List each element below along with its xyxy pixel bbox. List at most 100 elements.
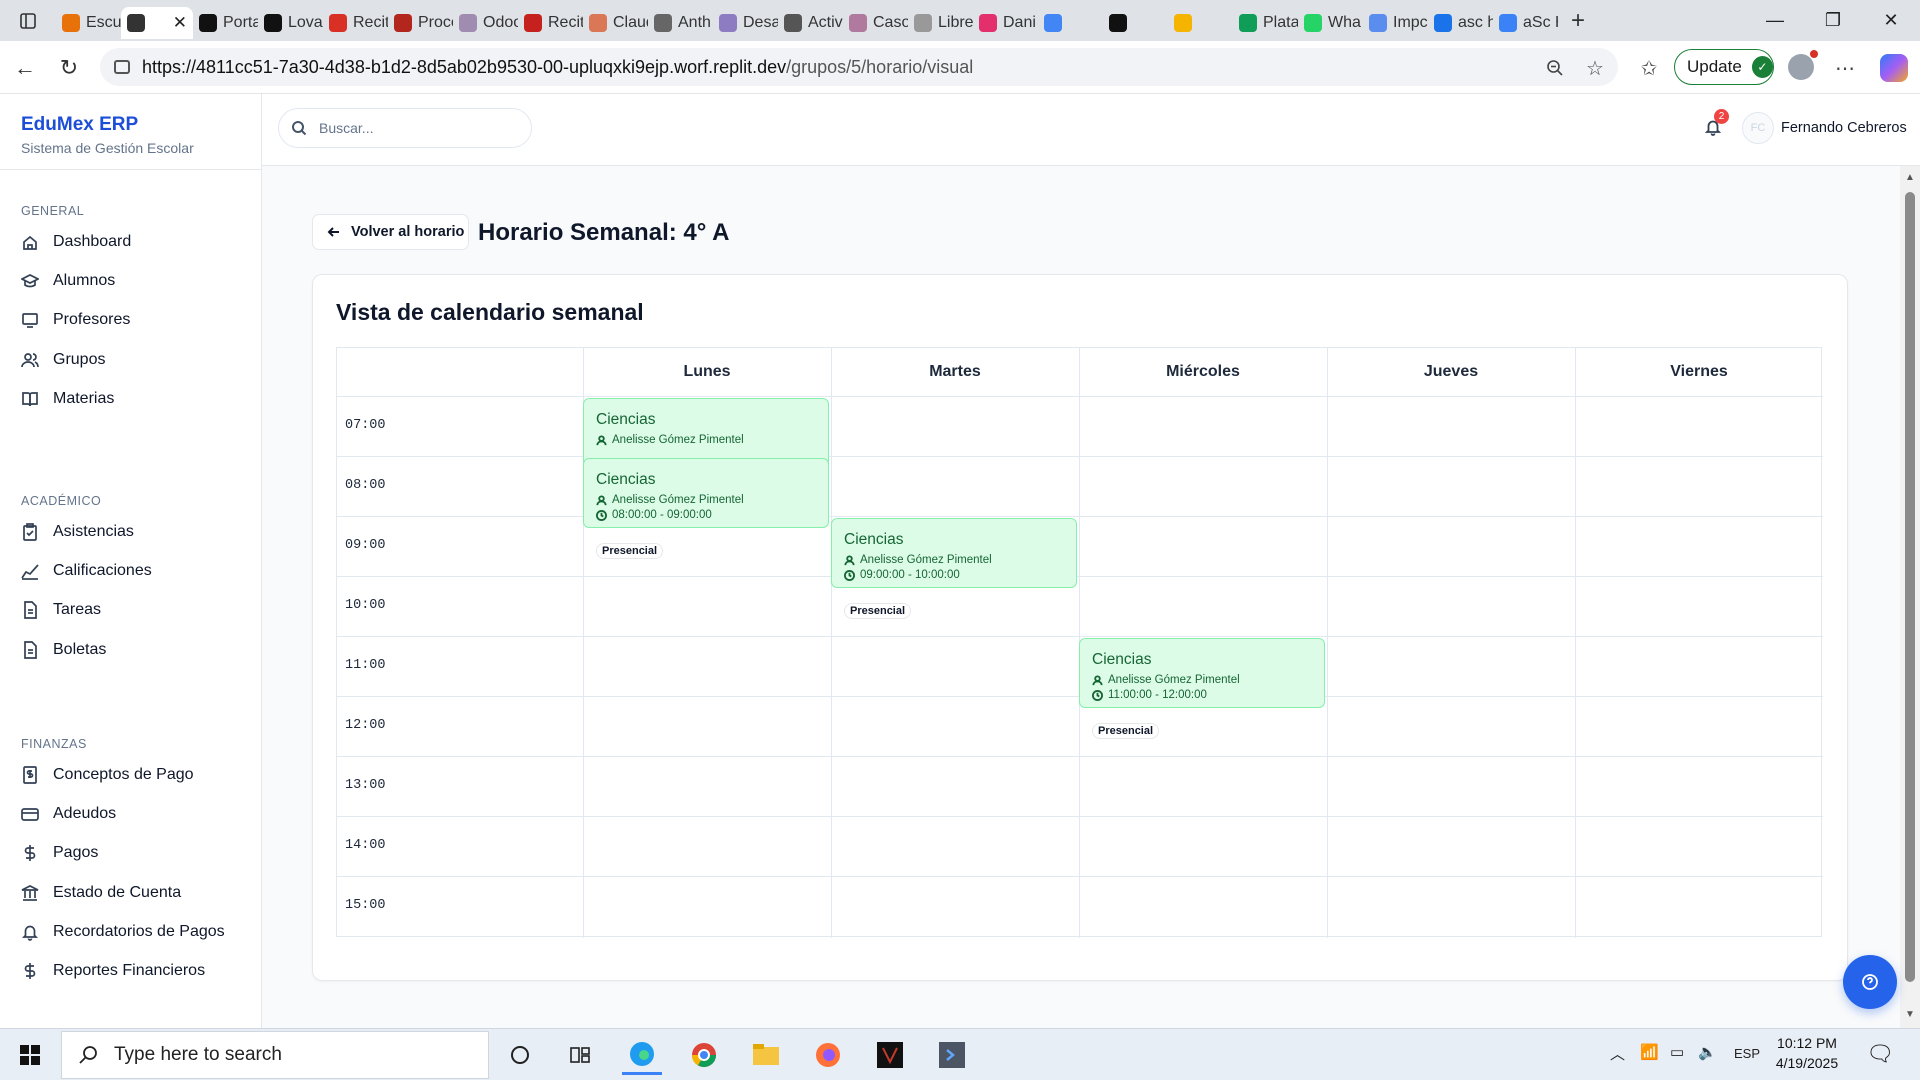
schedule-event[interactable]: Ciencias Anelisse Gómez Pimentel 08:00:00 … (583, 458, 829, 559)
chrome-icon[interactable] (684, 1035, 724, 1075)
tab-label: Anth (678, 13, 711, 31)
monitor-icon (22, 313, 38, 329)
scroll-thumb[interactable] (1905, 192, 1915, 982)
wifi-icon[interactable]: 📶 (1640, 1043, 1659, 1061)
sidebar-item-conceptos-de-pago[interactable]: Conceptos de Pago (21, 760, 194, 790)
copilot-icon[interactable] (1880, 54, 1908, 82)
file-explorer-icon[interactable] (746, 1035, 786, 1075)
brand-title[interactable]: EduMex ERP (21, 114, 194, 136)
more-menu-icon[interactable]: ⋯ (1830, 53, 1860, 83)
tab-label: Plata (1263, 13, 1298, 31)
profile-avatar-icon[interactable] (1788, 50, 1818, 80)
url-text[interactable]: https://4811cc51-7a30-4d38-b1d2-8d5ab02b… (142, 57, 973, 78)
sidebar-item-estado-de-cuenta[interactable]: Estado de Cuenta (21, 878, 181, 908)
time-slot-label: 09:00 (345, 538, 386, 553)
scroll-down-arrow-icon[interactable]: ▼ (1904, 1009, 1916, 1021)
browser-tab[interactable]: Odoo (453, 7, 518, 39)
close-window-button[interactable]: ✕ (1862, 0, 1920, 41)
zoom-icon[interactable] (1540, 53, 1570, 83)
browser-tab[interactable]: Loval (258, 7, 323, 39)
scroll-up-arrow-icon[interactable]: ▲ (1904, 172, 1916, 184)
sidebar-item-label: Alumnos (53, 272, 116, 290)
sidebar-item-tareas[interactable]: Tareas (21, 595, 101, 625)
new-tab-button[interactable]: + (1558, 0, 1598, 41)
language-indicator[interactable]: ESP (1734, 1046, 1760, 1061)
user-avatar[interactable]: FC (1742, 112, 1774, 144)
windows-start-icon[interactable] (0, 1029, 60, 1080)
tray-chevron-up-icon[interactable]: ︿ (1610, 1043, 1625, 1064)
browser-tab[interactable] (1103, 7, 1168, 39)
browser-tab[interactable]: Desa (713, 7, 778, 39)
minimize-button[interactable]: — (1746, 0, 1804, 41)
search-box[interactable] (278, 108, 532, 148)
sidebar-item-profesores[interactable]: Profesores (21, 305, 130, 335)
schedule-event[interactable]: Ciencias Anelisse Gómez Pimentel 11:00:00 … (1079, 638, 1325, 739)
update-button[interactable]: Update ✓ (1674, 49, 1774, 85)
sidebar-item-boletas[interactable]: Boletas (21, 635, 106, 665)
refresh-icon[interactable]: ↻ (52, 51, 86, 85)
url-field[interactable]: https://4811cc51-7a30-4d38-b1d2-8d5ab02b… (100, 48, 1618, 86)
browser-tab[interactable]: Proce (388, 7, 453, 39)
browser-tab[interactable]: Recit (323, 7, 388, 39)
back-to-schedule-button[interactable]: Volver al horario (312, 214, 469, 250)
sidebar-item-reportes-financieros[interactable]: Reportes Financieros (21, 956, 205, 986)
maximize-button[interactable]: ❐ (1804, 0, 1862, 41)
user-name[interactable]: Fernando Cebreros (1781, 120, 1907, 136)
browser-tab[interactable]: Recit (518, 7, 583, 39)
system-clock[interactable]: 10:12 PM 4/19/2025 (1762, 1033, 1852, 1073)
task-view-icon[interactable] (560, 1035, 600, 1075)
browser-tab[interactable]: Plata (1233, 7, 1298, 39)
help-button[interactable] (1843, 955, 1897, 1009)
volume-icon[interactable]: 🔈 (1698, 1043, 1717, 1061)
page-scrollbar[interactable]: ▲ ▼ (1900, 166, 1920, 1028)
sidebar-item-dashboard[interactable]: Dashboard (21, 227, 131, 257)
sidebar-item-asistencias[interactable]: Asistencias (21, 517, 134, 547)
browser-tab[interactable]: Wha (1298, 7, 1363, 39)
site-info-icon[interactable] (114, 60, 130, 74)
browser-tab[interactable]: asc h (1428, 7, 1493, 39)
grid-row-line (337, 816, 1823, 817)
sidebar-item-grupos[interactable]: Grupos (21, 345, 105, 375)
browser-tab[interactable] (1168, 7, 1233, 39)
browser-tab[interactable]: Impc (1363, 7, 1428, 39)
predator-app-icon[interactable] (870, 1035, 910, 1075)
browser-tab[interactable]: Escu (56, 7, 121, 39)
grid-row-line (337, 456, 1823, 457)
event-teacher: Anelisse Gómez Pimentel (860, 554, 992, 566)
sidebar-item-adeudos[interactable]: Adeudos (21, 799, 116, 829)
edge-browser-icon[interactable] (622, 1035, 662, 1075)
favorite-star-icon[interactable]: ☆ (1580, 53, 1610, 83)
sidebar-item-alumnos[interactable]: Alumnos (21, 266, 115, 296)
search-input[interactable] (319, 120, 499, 136)
tab-actions-icon[interactable] (0, 0, 56, 41)
browser-tab[interactable]: Porta (193, 7, 258, 39)
day-header: Martes (929, 363, 981, 380)
browser-tab[interactable]: Dani (973, 7, 1038, 39)
battery-icon[interactable]: ▭ (1670, 1043, 1684, 1061)
browser-tab[interactable] (1038, 7, 1103, 39)
browser-tab[interactable]: aSc H (1493, 7, 1558, 39)
firefox-icon[interactable] (808, 1035, 848, 1075)
cortana-icon[interactable] (500, 1035, 540, 1075)
sidebar-item-materias[interactable]: Materias (21, 384, 114, 414)
browser-tab-active[interactable]: ✕ (121, 6, 193, 39)
sidebar-item-recordatorios-de-pagos[interactable]: Recordatorios de Pagos (21, 917, 225, 947)
terminal-app-icon[interactable] (932, 1035, 972, 1075)
browser-tab[interactable]: Anth (648, 7, 713, 39)
tab-favicon-icon (654, 13, 672, 32)
dollar-icon (24, 845, 36, 862)
sidebar-item-pagos[interactable]: Pagos (21, 838, 98, 868)
back-arrow-icon[interactable]: ← (8, 51, 42, 85)
browser-tab[interactable]: Claud (583, 7, 648, 39)
browser-tab[interactable]: Libre (908, 7, 973, 39)
favorites-icon[interactable]: ✩ (1634, 53, 1664, 83)
sidebar-item-calificaciones[interactable]: Calificaciones (21, 556, 152, 586)
browser-tab[interactable]: Caso (843, 7, 908, 39)
taskbar-search-box[interactable]: Type here to search (61, 1031, 489, 1079)
taskbar-search-placeholder: Type here to search (114, 1044, 282, 1065)
sidebar-item-label: Tareas (53, 601, 102, 619)
schedule-event[interactable]: Ciencias Anelisse Gómez Pimentel 09:00:00 … (831, 518, 1077, 619)
browser-tab[interactable]: Activ (778, 7, 843, 39)
notifications-center-icon[interactable]: 🗨 (1866, 1041, 1894, 1067)
close-tab-icon[interactable]: ✕ (173, 13, 187, 33)
